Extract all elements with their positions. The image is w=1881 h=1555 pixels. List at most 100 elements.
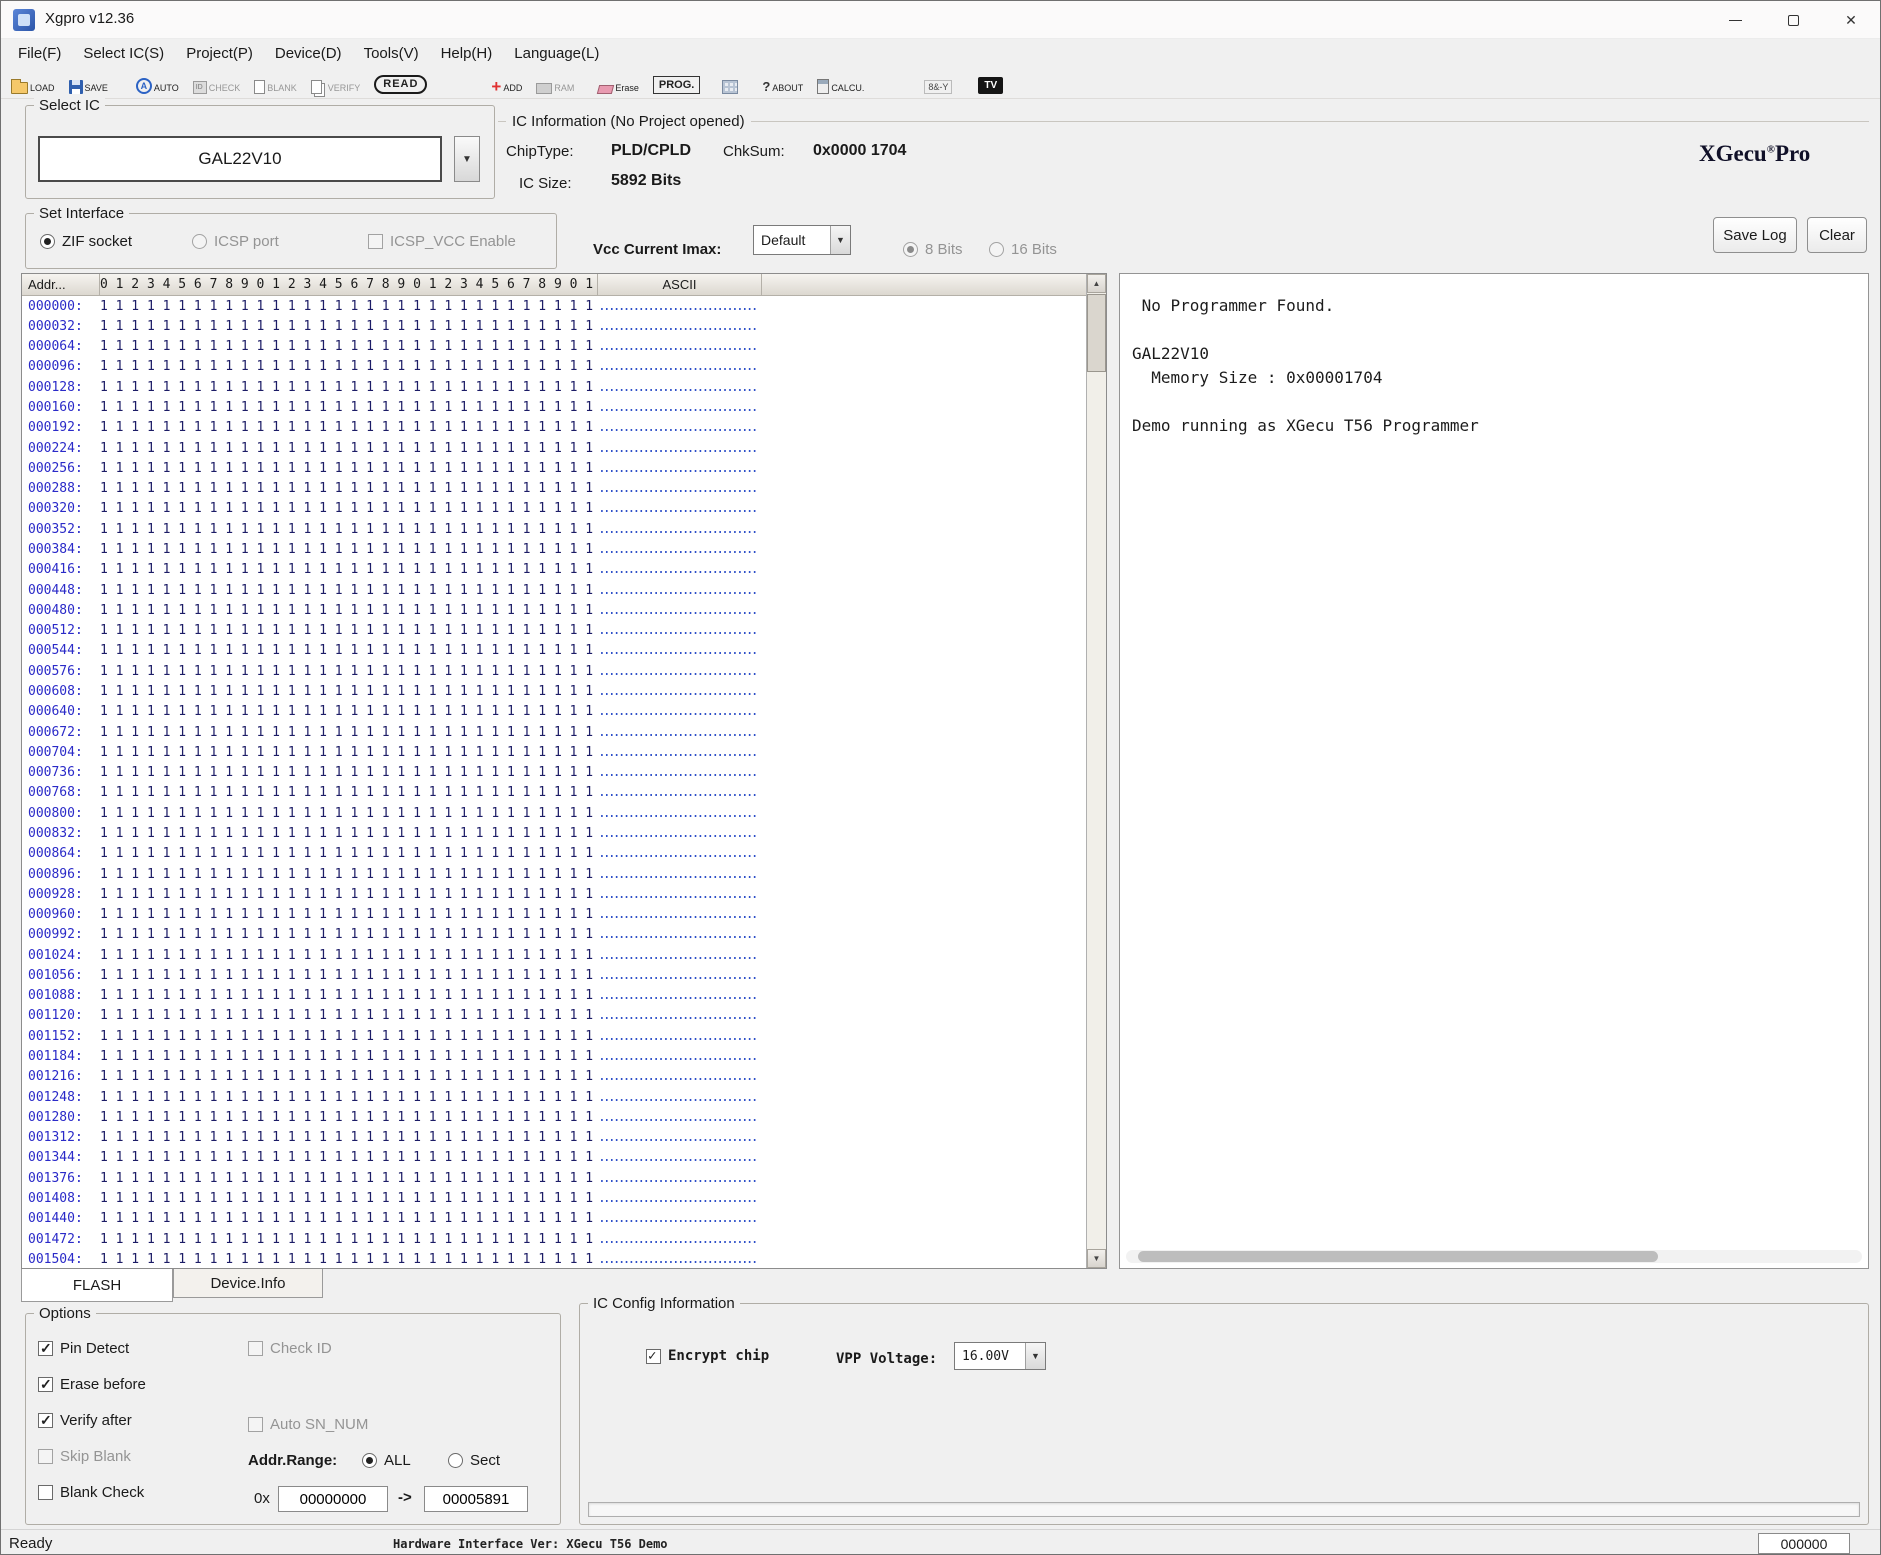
toolbar-pins-button[interactable]: 8&-Y [922, 71, 954, 95]
minimize-button[interactable] [1706, 1, 1764, 39]
hex-row-bits[interactable]: 1 1 1 1 1 1 1 1 1 1 1 1 1 1 1 1 1 1 1 1 … [100, 420, 598, 435]
menu-file[interactable]: File(F) [7, 42, 72, 65]
hex-row-bits[interactable]: 1 1 1 1 1 1 1 1 1 1 1 1 1 1 1 1 1 1 1 1 … [100, 542, 598, 557]
ic-combobox-dropdown-button[interactable]: ▼ [454, 136, 480, 182]
hex-row-bits[interactable]: 1 1 1 1 1 1 1 1 1 1 1 1 1 1 1 1 1 1 1 1 … [100, 1171, 598, 1186]
encrypt-chip-checkbox[interactable]: Encrypt chip [646, 1348, 769, 1364]
hex-row-bits[interactable]: 1 1 1 1 1 1 1 1 1 1 1 1 1 1 1 1 1 1 1 1 … [100, 481, 598, 496]
hex-row-bits[interactable]: 1 1 1 1 1 1 1 1 1 1 1 1 1 1 1 1 1 1 1 1 … [100, 1150, 598, 1165]
toolbar-verify-button[interactable]: VERIFY [309, 71, 363, 95]
toolbar-erase-button[interactable]: Erase [596, 71, 641, 95]
hex-row-bits[interactable]: 1 1 1 1 1 1 1 1 1 1 1 1 1 1 1 1 1 1 1 1 … [100, 400, 598, 415]
hex-grid[interactable]: 000000:1 1 1 1 1 1 1 1 1 1 1 1 1 1 1 1 1… [22, 296, 1086, 1268]
pin-detect-checkbox[interactable]: Pin Detect [38, 1340, 129, 1357]
hex-row-bits[interactable]: 1 1 1 1 1 1 1 1 1 1 1 1 1 1 1 1 1 1 1 1 … [100, 359, 598, 374]
toolbar-load-button[interactable]: LOAD [9, 71, 57, 95]
hex-row-bits[interactable]: 1 1 1 1 1 1 1 1 1 1 1 1 1 1 1 1 1 1 1 1 … [100, 603, 598, 618]
toolbar-socket-button[interactable] [720, 71, 740, 95]
hex-row-bits[interactable]: 1 1 1 1 1 1 1 1 1 1 1 1 1 1 1 1 1 1 1 1 … [100, 1191, 598, 1206]
hex-row-bits[interactable]: 1 1 1 1 1 1 1 1 1 1 1 1 1 1 1 1 1 1 1 1 … [100, 522, 598, 537]
skip-blank-checkbox[interactable]: Skip Blank [38, 1448, 131, 1465]
menu-select-ic[interactable]: Select IC(S) [72, 42, 175, 65]
hex-row-bits[interactable]: 1 1 1 1 1 1 1 1 1 1 1 1 1 1 1 1 1 1 1 1 … [100, 1232, 598, 1247]
menu-help[interactable]: Help(H) [430, 42, 504, 65]
hex-row-bits[interactable]: 1 1 1 1 1 1 1 1 1 1 1 1 1 1 1 1 1 1 1 1 … [100, 725, 598, 740]
save-log-button[interactable]: Save Log [1713, 217, 1797, 253]
addr-range-sect-radio[interactable]: Sect [448, 1452, 500, 1469]
vpp-voltage-dropdown[interactable]: 16.00V ▼ [954, 1342, 1046, 1370]
close-button[interactable]: ✕ [1822, 1, 1880, 39]
toolbar-check-button[interactable]: CHECK [191, 71, 243, 95]
tab-flash[interactable]: FLASH [21, 1269, 173, 1302]
hex-row-bits[interactable]: 1 1 1 1 1 1 1 1 1 1 1 1 1 1 1 1 1 1 1 1 … [100, 501, 598, 516]
hex-row-bits[interactable]: 1 1 1 1 1 1 1 1 1 1 1 1 1 1 1 1 1 1 1 1 … [100, 927, 598, 942]
ic-combobox[interactable]: GAL22V10 [38, 136, 442, 182]
hex-row-bits[interactable]: 1 1 1 1 1 1 1 1 1 1 1 1 1 1 1 1 1 1 1 1 … [100, 441, 598, 456]
menu-tools[interactable]: Tools(V) [353, 42, 430, 65]
hex-row-bits[interactable]: 1 1 1 1 1 1 1 1 1 1 1 1 1 1 1 1 1 1 1 1 … [100, 1252, 598, 1267]
hex-row-bits[interactable]: 1 1 1 1 1 1 1 1 1 1 1 1 1 1 1 1 1 1 1 1 … [100, 1110, 598, 1125]
hex-row-bits[interactable]: 1 1 1 1 1 1 1 1 1 1 1 1 1 1 1 1 1 1 1 1 … [100, 826, 598, 841]
horizontal-scrollbar[interactable] [1126, 1250, 1862, 1263]
hex-row-bits[interactable]: 1 1 1 1 1 1 1 1 1 1 1 1 1 1 1 1 1 1 1 1 … [100, 299, 598, 314]
scroll-up-button[interactable]: ▲ [1087, 274, 1106, 293]
hex-row-bits[interactable]: 1 1 1 1 1 1 1 1 1 1 1 1 1 1 1 1 1 1 1 1 … [100, 968, 598, 983]
addr-range-to-input[interactable] [424, 1486, 528, 1512]
hex-row-bits[interactable]: 1 1 1 1 1 1 1 1 1 1 1 1 1 1 1 1 1 1 1 1 … [100, 664, 598, 679]
check-id-checkbox[interactable]: Check ID [248, 1340, 332, 1357]
menu-project[interactable]: Project(P) [175, 42, 264, 65]
vcc-current-dropdown[interactable]: Default ▼ [753, 225, 851, 255]
verify-after-checkbox[interactable]: Verify after [38, 1412, 132, 1429]
menu-language[interactable]: Language(L) [503, 42, 610, 65]
toolbar-tv-button[interactable]: TV [976, 71, 1005, 95]
hex-row-bits[interactable]: 1 1 1 1 1 1 1 1 1 1 1 1 1 1 1 1 1 1 1 1 … [100, 948, 598, 963]
hex-row-bits[interactable]: 1 1 1 1 1 1 1 1 1 1 1 1 1 1 1 1 1 1 1 1 … [100, 1029, 598, 1044]
toolbar-about-button[interactable]: ABOUT [760, 71, 805, 95]
hex-row-bits[interactable]: 1 1 1 1 1 1 1 1 1 1 1 1 1 1 1 1 1 1 1 1 … [100, 704, 598, 719]
hex-row-bits[interactable]: 1 1 1 1 1 1 1 1 1 1 1 1 1 1 1 1 1 1 1 1 … [100, 846, 598, 861]
hex-row-bits[interactable]: 1 1 1 1 1 1 1 1 1 1 1 1 1 1 1 1 1 1 1 1 … [100, 907, 598, 922]
hex-row-bits[interactable]: 1 1 1 1 1 1 1 1 1 1 1 1 1 1 1 1 1 1 1 1 … [100, 1090, 598, 1105]
hex-row-bits[interactable]: 1 1 1 1 1 1 1 1 1 1 1 1 1 1 1 1 1 1 1 1 … [100, 988, 598, 1003]
maximize-button[interactable] [1764, 1, 1822, 39]
erase-before-checkbox[interactable]: Erase before [38, 1376, 146, 1393]
clear-button[interactable]: Clear [1807, 217, 1867, 253]
hex-row-bits[interactable]: 1 1 1 1 1 1 1 1 1 1 1 1 1 1 1 1 1 1 1 1 … [100, 1130, 598, 1145]
blank-check-checkbox[interactable]: Blank Check [38, 1484, 144, 1501]
icsp-port-radio[interactable]: ICSP port [192, 233, 279, 250]
hex-row-bits[interactable]: 1 1 1 1 1 1 1 1 1 1 1 1 1 1 1 1 1 1 1 1 … [100, 339, 598, 354]
hex-row-bits[interactable]: 1 1 1 1 1 1 1 1 1 1 1 1 1 1 1 1 1 1 1 1 … [100, 1069, 598, 1084]
hex-row-bits[interactable]: 1 1 1 1 1 1 1 1 1 1 1 1 1 1 1 1 1 1 1 1 … [100, 623, 598, 638]
toolbar-ram-button[interactable]: RAM [534, 71, 576, 95]
8-bits-radio[interactable]: 8 Bits [903, 241, 963, 258]
scroll-down-button[interactable]: ▼ [1087, 1249, 1106, 1268]
vertical-scrollbar[interactable]: ▲ ▼ [1086, 274, 1106, 1268]
hex-row-bits[interactable]: 1 1 1 1 1 1 1 1 1 1 1 1 1 1 1 1 1 1 1 1 … [100, 583, 598, 598]
hex-row-bits[interactable]: 1 1 1 1 1 1 1 1 1 1 1 1 1 1 1 1 1 1 1 1 … [100, 806, 598, 821]
hex-row-bits[interactable]: 1 1 1 1 1 1 1 1 1 1 1 1 1 1 1 1 1 1 1 1 … [100, 643, 598, 658]
toolbar-calcu-button[interactable]: CALCU. [815, 71, 866, 95]
hex-row-bits[interactable]: 1 1 1 1 1 1 1 1 1 1 1 1 1 1 1 1 1 1 1 1 … [100, 380, 598, 395]
toolbar-blank-button[interactable]: BLANK [252, 71, 299, 95]
zif-socket-radio[interactable]: ZIF socket [40, 233, 132, 250]
hex-row-bits[interactable]: 1 1 1 1 1 1 1 1 1 1 1 1 1 1 1 1 1 1 1 1 … [100, 1049, 598, 1064]
vertical-scrollbar-thumb[interactable] [1087, 294, 1106, 372]
hex-row-bits[interactable]: 1 1 1 1 1 1 1 1 1 1 1 1 1 1 1 1 1 1 1 1 … [100, 1008, 598, 1023]
hex-row-bits[interactable]: 1 1 1 1 1 1 1 1 1 1 1 1 1 1 1 1 1 1 1 1 … [100, 562, 598, 577]
addr-range-all-radio[interactable]: ALL [362, 1452, 411, 1469]
auto-sn-num-checkbox[interactable]: Auto SN_NUM [248, 1416, 368, 1433]
hex-row-bits[interactable]: 1 1 1 1 1 1 1 1 1 1 1 1 1 1 1 1 1 1 1 1 … [100, 745, 598, 760]
toolbar-auto-button[interactable]: AUTO [134, 71, 181, 95]
hex-row-bits[interactable]: 1 1 1 1 1 1 1 1 1 1 1 1 1 1 1 1 1 1 1 1 … [100, 785, 598, 800]
toolbar-read-button[interactable]: READ [372, 71, 429, 95]
hex-row-bits[interactable]: 1 1 1 1 1 1 1 1 1 1 1 1 1 1 1 1 1 1 1 1 … [100, 1211, 598, 1226]
hex-row-bits[interactable]: 1 1 1 1 1 1 1 1 1 1 1 1 1 1 1 1 1 1 1 1 … [100, 887, 598, 902]
toolbar-add-button[interactable]: ADD [489, 71, 524, 95]
icsp-vcc-enable-checkbox[interactable]: ICSP_VCC Enable [368, 233, 516, 250]
horizontal-scrollbar-thumb[interactable] [1138, 1251, 1658, 1262]
hex-row-bits[interactable]: 1 1 1 1 1 1 1 1 1 1 1 1 1 1 1 1 1 1 1 1 … [100, 319, 598, 334]
hex-row-bits[interactable]: 1 1 1 1 1 1 1 1 1 1 1 1 1 1 1 1 1 1 1 1 … [100, 765, 598, 780]
addr-range-from-input[interactable] [278, 1486, 388, 1512]
toolbar-prog-button[interactable]: PROG. [651, 71, 702, 95]
menu-device[interactable]: Device(D) [264, 42, 353, 65]
